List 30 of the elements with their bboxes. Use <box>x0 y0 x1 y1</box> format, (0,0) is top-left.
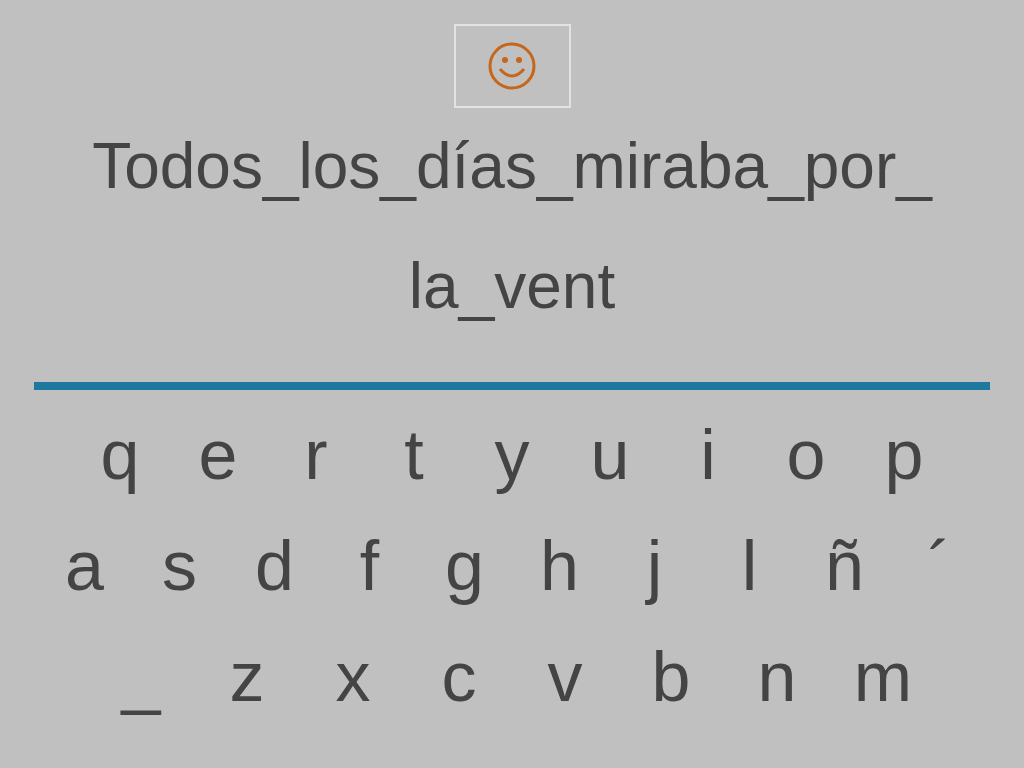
letter-key[interactable]: s <box>132 519 227 614</box>
letter-key[interactable]: n <box>724 630 830 725</box>
letter-key[interactable]: y <box>463 408 561 503</box>
letter-key[interactable]: c <box>406 630 512 725</box>
letter-key[interactable]: _ <box>88 630 194 725</box>
letter-key[interactable]: ñ <box>797 519 892 614</box>
letter-key[interactable]: f <box>322 519 417 614</box>
letter-key[interactable]: o <box>757 408 855 503</box>
letter-key[interactable]: h <box>512 519 607 614</box>
sentence-text: la_vent <box>408 249 616 324</box>
letter-key[interactable]: ´ <box>892 519 987 614</box>
letter-key[interactable]: b <box>618 630 724 725</box>
letter-key[interactable]: e <box>169 408 267 503</box>
letter-key[interactable]: r <box>267 408 365 503</box>
letter-key[interactable]: t <box>365 408 463 503</box>
letter-key[interactable]: m <box>830 630 936 725</box>
letter-key[interactable]: x <box>300 630 406 725</box>
letter-key[interactable]: l <box>702 519 797 614</box>
sentence-text: Todos_los_días_miraba_por_ <box>92 129 932 204</box>
letter-key[interactable]: d <box>227 519 322 614</box>
letter-key[interactable]: a <box>37 519 132 614</box>
letter-key[interactable]: p <box>855 408 953 503</box>
letter-key[interactable]: g <box>417 519 512 614</box>
smiley-icon <box>487 41 537 91</box>
letter-key[interactable]: q <box>71 408 169 503</box>
letter-key[interactable]: v <box>512 630 618 725</box>
letter-key[interactable]: j <box>607 519 702 614</box>
letter-key[interactable]: z <box>194 630 300 725</box>
letter-key[interactable]: i <box>659 408 757 503</box>
letter-key[interactable]: u <box>561 408 659 503</box>
